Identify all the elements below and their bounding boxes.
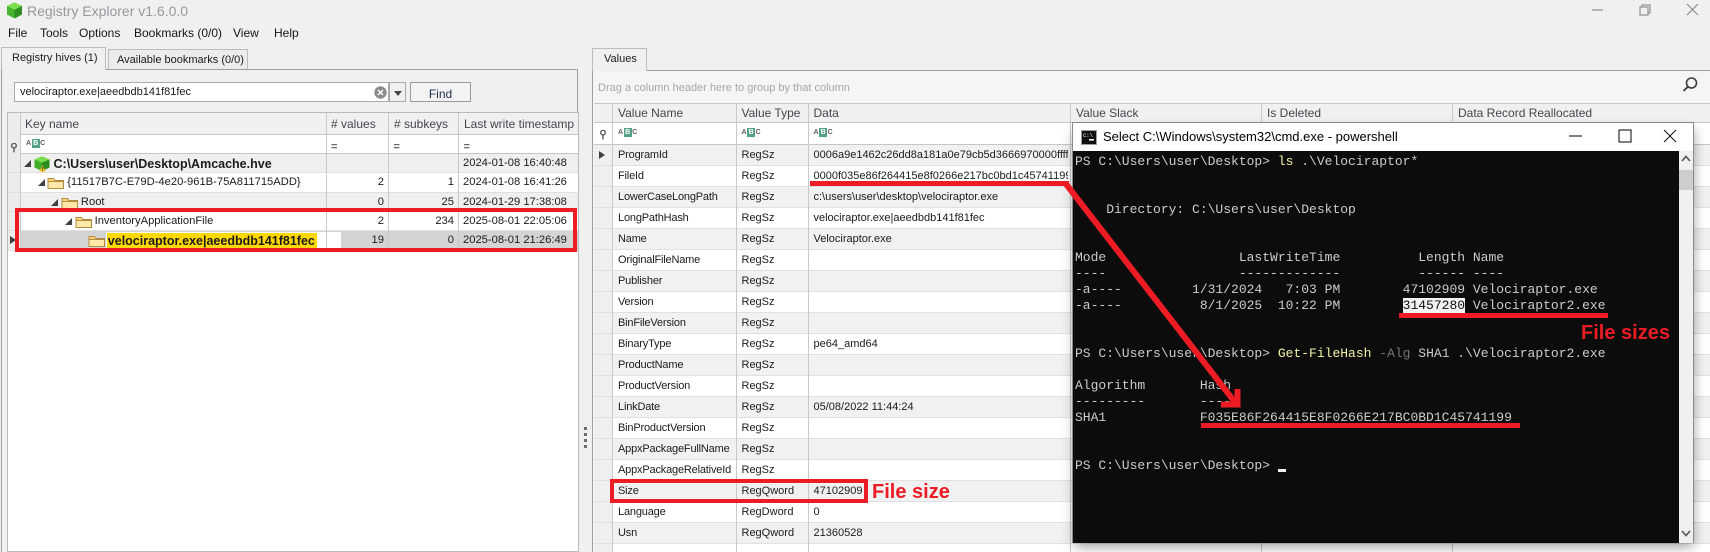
svg-text:C:\: C:\ (1083, 132, 1093, 139)
